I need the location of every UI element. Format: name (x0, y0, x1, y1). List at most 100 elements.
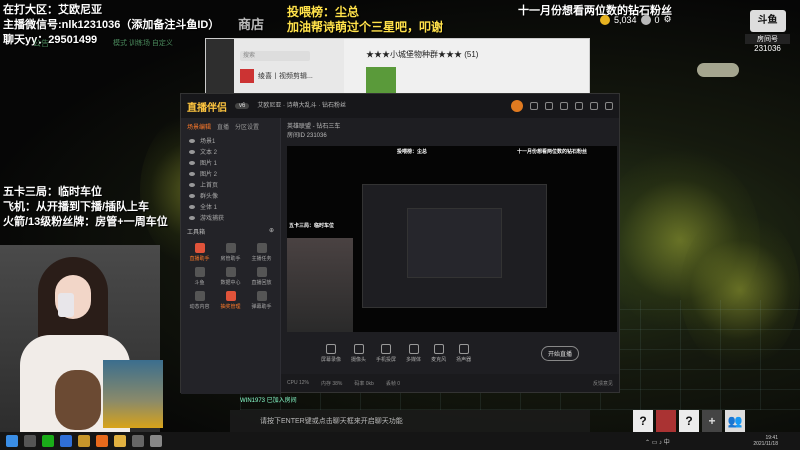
thanks-text: 加油帮诗萌过个三星吧，叩谢 (287, 20, 444, 34)
folder-icon[interactable] (114, 435, 126, 447)
feedback-link[interactable]: 反馈意见 (593, 380, 613, 387)
eye-icon[interactable] (189, 204, 195, 209)
eye-icon[interactable] (189, 193, 195, 198)
camera-button[interactable]: 摄像头 (351, 343, 366, 363)
media-button[interactable]: 多媒体 (406, 343, 421, 363)
eye-icon[interactable] (189, 215, 195, 220)
ghost-notice: 公告 (33, 39, 49, 48)
tool-item[interactable]: 主播任务 (247, 242, 276, 264)
eye-icon[interactable] (189, 138, 195, 143)
panel-tabs: 场景编辑 直播 分区设置 (181, 118, 280, 135)
eye-icon[interactable] (189, 171, 195, 176)
button-label: 麦克风 (431, 356, 447, 363)
scene-item[interactable]: 图片 2 (181, 168, 280, 179)
scene-label: 场景1 (200, 139, 216, 145)
taskbar-clock[interactable]: 19:41 2021/11/18 (753, 435, 800, 447)
wechat-search[interactable]: 搜索 (240, 51, 310, 61)
message-icon[interactable] (530, 102, 538, 110)
gold-coin-icon (600, 14, 610, 25)
toolbox-title: 工具箱 (187, 230, 206, 236)
scene-item[interactable]: 图片 1 (181, 157, 280, 168)
tab-scene-edit[interactable]: 场景编辑 (187, 122, 211, 131)
scene-label: 群头像 (200, 194, 219, 200)
search-icon[interactable] (24, 435, 36, 447)
microphone-icon (433, 343, 444, 354)
silver-coin-icon (640, 14, 651, 25)
champion-portrait[interactable] (656, 410, 676, 432)
start-stream-button[interactable]: 开始直播 (540, 345, 579, 361)
speaker-icon (458, 343, 469, 354)
app-icon[interactable] (150, 435, 162, 447)
wechat-contact[interactable]: 绫喜丨视频剪辑... (240, 69, 313, 83)
tool-item[interactable]: 斗鱼 (185, 266, 214, 288)
tool-item[interactable]: 弹幕助手 (247, 290, 276, 312)
scene-item[interactable]: 群头像 (181, 190, 280, 201)
memory-status: 内存 38% (320, 380, 343, 387)
tool-item[interactable]: 抽奖管理 (216, 290, 245, 312)
eye-icon[interactable] (189, 149, 195, 154)
tool-item[interactable]: 动态内容 (185, 290, 214, 312)
add-icon[interactable]: + (702, 410, 722, 432)
app-icon[interactable] (132, 435, 144, 447)
contact-name: 绫喜丨视频剪辑... (258, 73, 313, 80)
scene-item[interactable]: 文本 2 (181, 146, 280, 157)
currency-display: 5,034 0 ⚙ (600, 14, 672, 25)
help-icon[interactable]: ? (679, 410, 699, 432)
douyu-logo: 斗鱼 (749, 10, 786, 32)
tool-item[interactable]: 直播回放 (247, 266, 276, 288)
browser-icon[interactable] (60, 435, 72, 447)
wechat-chat-list: 搜索 绫喜丨视频剪辑... (234, 39, 344, 99)
tool-label: 房管助手 (220, 256, 241, 262)
game-icon[interactable] (78, 435, 90, 447)
watermark-badge (697, 63, 739, 77)
scene-item[interactable]: 上首页 (181, 179, 280, 190)
button-label: 屏幕录像 (321, 356, 342, 363)
group-chat-title: ★★★小城堡物种群★★★ (51) (366, 50, 479, 59)
maximize-icon[interactable] (590, 102, 598, 110)
tab-live[interactable]: 直播 (217, 122, 229, 131)
settings-gear-icon[interactable]: ⚙ (664, 14, 672, 25)
screen-record-button[interactable]: 屏幕录像 (321, 343, 342, 363)
user-avatar[interactable] (511, 100, 523, 112)
speaker-button[interactable]: 扬声器 (456, 343, 471, 363)
tool-item[interactable]: 房管助手 (216, 242, 245, 264)
tool-icon (225, 267, 236, 277)
streaming-app-icon[interactable] (96, 435, 108, 447)
scene-item[interactable]: 游戏捕获 (181, 212, 280, 223)
room-title: 艾欧尼亚 · 诗萌大乱斗 · 钻石粉丝 (257, 103, 347, 109)
wechat-icon[interactable] (42, 435, 54, 447)
preview-streamer (287, 238, 353, 332)
tool-label: 弹幕助手 (251, 304, 272, 310)
microphone-button[interactable]: 麦克风 (431, 343, 447, 363)
add-tool-icon[interactable]: ⊕ (269, 227, 274, 236)
windows-taskbar: 19:41 2021/11/18 (0, 432, 800, 450)
tool-item[interactable]: 直播助手 (185, 242, 214, 264)
windows-start-icon[interactable] (6, 435, 18, 447)
scene-item[interactable]: 场景1 (181, 135, 280, 146)
tool-label: 斗鱼 (194, 280, 205, 286)
help-icon[interactable]: ? (633, 410, 653, 432)
tab-category[interactable]: 分区设置 (235, 122, 259, 131)
window-controls (511, 100, 613, 112)
tool-item[interactable]: 数据中心 (216, 266, 245, 288)
close-icon[interactable] (605, 102, 613, 110)
menu-icon[interactable] (560, 102, 568, 110)
chat-notice-bar[interactable]: 请按下ENTER键或点击聊天框来开启聊天功能 (230, 410, 590, 434)
system-tray[interactable]: ⌃ ▭ ♪ 中 (645, 437, 670, 446)
eye-icon[interactable] (189, 182, 195, 187)
yy-text: 聊天yy：29501499 (3, 34, 98, 46)
stream-info-bar: 英雄联盟 - 钻石三车 房间ID 231036 (281, 118, 619, 144)
settings-icon[interactable] (545, 102, 553, 110)
eye-icon[interactable] (189, 160, 195, 165)
toolbox-header: 工具箱 ⊕ (181, 223, 280, 240)
streaming-app-window: 直播伴侣 v6 艾欧尼亚 · 诗萌大乱斗 · 钻石粉丝 场景编辑 直播 分区设置 (180, 93, 620, 394)
shop-text: 商店 (238, 17, 265, 32)
tool-icon (194, 243, 205, 253)
scene-item[interactable]: 全体 1 (181, 201, 280, 212)
wechat-text: 主播微信号:nlk1231036（添加备注斗鱼ID） (3, 19, 220, 31)
minimize-icon[interactable] (575, 102, 583, 110)
tool-label: 动态内容 (189, 304, 210, 310)
phone-cast-button[interactable]: 手机投屏 (376, 343, 396, 363)
tool-label: 直播助手 (189, 256, 210, 262)
friends-icon[interactable]: 👥 (725, 410, 745, 432)
